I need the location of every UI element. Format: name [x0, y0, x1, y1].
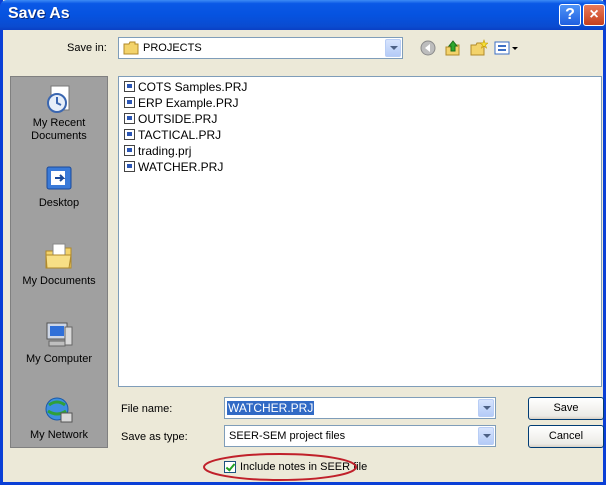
list-item[interactable]: TACTICAL.PRJ	[124, 128, 221, 143]
project-file-icon	[124, 161, 135, 172]
desktop-icon	[46, 166, 72, 190]
my-network-icon	[45, 397, 73, 423]
up-folder-icon[interactable]	[444, 39, 462, 57]
save-button[interactable]: Save	[528, 397, 604, 420]
file-name-label: File name:	[121, 403, 173, 415]
file-name-field[interactable]: WATCHER.PRJ	[224, 397, 496, 419]
save-in-dropdown[interactable]: PROJECTS	[118, 37, 403, 59]
save-as-type-label: Save as type:	[121, 431, 188, 443]
project-file-icon	[124, 97, 135, 108]
save-in-dropdown-arrow[interactable]	[385, 39, 401, 57]
new-folder-icon[interactable]	[470, 39, 488, 57]
list-item[interactable]: ERP Example.PRJ	[124, 96, 238, 111]
highlight-ellipse	[203, 453, 357, 481]
place-desktop[interactable]: Desktop	[11, 163, 107, 210]
window-title: Save As	[8, 5, 70, 22]
file-list[interactable]: COTS Samples.PRJ ERP Example.PRJ OUTSIDE…	[118, 76, 602, 387]
file-name-dropdown-arrow[interactable]	[478, 399, 494, 417]
list-item[interactable]: OUTSIDE.PRJ	[124, 112, 217, 127]
my-computer-icon	[46, 322, 73, 347]
close-button[interactable]: ×	[583, 4, 605, 26]
place-label: Desktop	[38, 197, 80, 209]
project-file-icon	[124, 113, 135, 124]
project-file-icon	[124, 129, 135, 140]
recent-documents-icon	[47, 85, 70, 113]
place-my-computer[interactable]: My Computer	[11, 319, 107, 366]
place-label: My Recent Documents	[31, 117, 87, 142]
save-in-value: PROJECTS	[143, 42, 202, 54]
file-name-value: WATCHER.PRJ	[227, 401, 315, 415]
place-my-documents[interactable]: My Documents	[11, 241, 107, 288]
list-item[interactable]: trading.prj	[124, 144, 191, 159]
save-as-type-value: SEER-SEM project files	[229, 430, 346, 442]
save-as-type-dropdown[interactable]: SEER-SEM project files	[224, 425, 496, 447]
places-bar: My Recent Documents Desktop My Documents…	[10, 76, 108, 448]
place-my-network[interactable]: My Network	[11, 395, 107, 442]
views-menu-icon[interactable]	[494, 39, 522, 57]
my-documents-icon	[45, 243, 72, 269]
save-in-label: Save in:	[67, 42, 107, 54]
project-file-icon	[124, 81, 135, 92]
save-as-type-dropdown-arrow[interactable]	[478, 427, 494, 445]
folder-icon	[123, 41, 139, 55]
place-label: My Computer	[25, 353, 93, 365]
help-button[interactable]: ?	[559, 4, 581, 26]
back-icon[interactable]	[420, 40, 436, 56]
cancel-button[interactable]: Cancel	[528, 425, 604, 448]
list-item[interactable]: COTS Samples.PRJ	[124, 80, 247, 95]
title-bar[interactable]: Save As ? ×	[0, 0, 606, 30]
place-label: My Documents	[22, 275, 96, 287]
place-my-recent-documents[interactable]: My Recent Documents	[11, 83, 107, 143]
list-item[interactable]: WATCHER.PRJ	[124, 160, 223, 175]
place-label: My Network	[29, 429, 89, 441]
project-file-icon	[124, 145, 135, 156]
